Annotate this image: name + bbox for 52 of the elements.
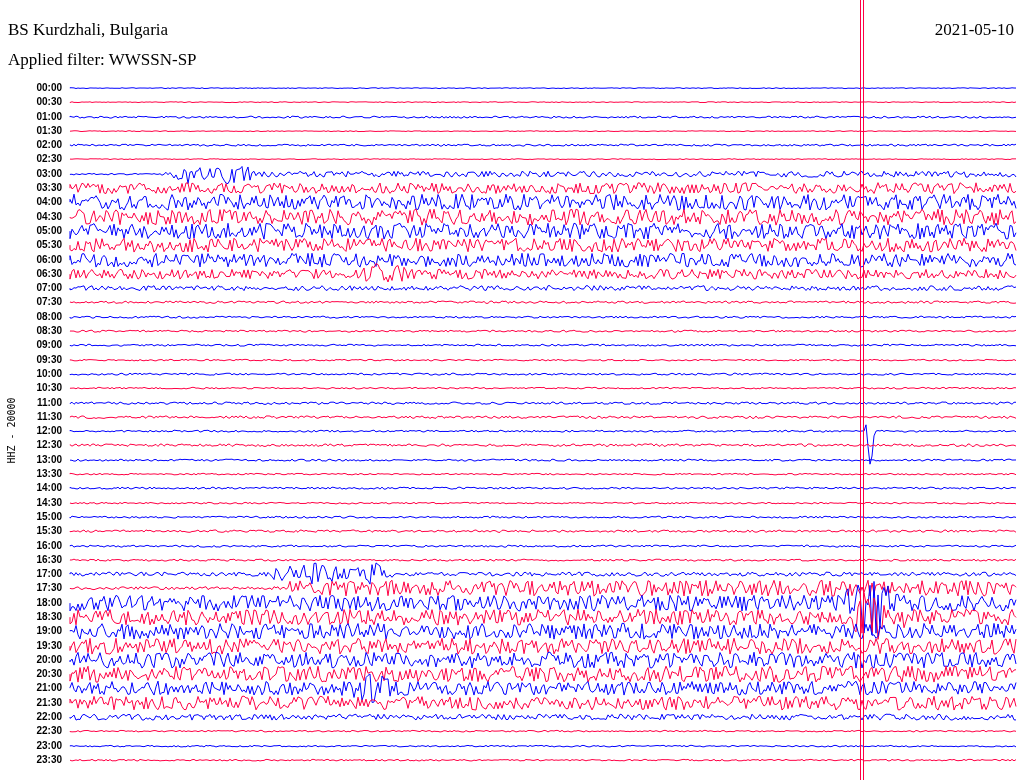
time-label: 09:00 bbox=[35, 338, 62, 353]
time-label: 17:30 bbox=[35, 581, 62, 596]
time-label: 23:30 bbox=[35, 752, 62, 767]
time-label: 21:00 bbox=[35, 681, 62, 696]
time-label: 10:30 bbox=[35, 381, 62, 396]
time-label: 18:00 bbox=[35, 595, 62, 610]
time-label: 02:30 bbox=[35, 152, 62, 167]
time-label: 23:00 bbox=[35, 738, 62, 753]
time-label: 03:30 bbox=[35, 181, 62, 196]
time-label: 01:30 bbox=[35, 123, 62, 138]
channel-axis-label: HHZ - 20000 bbox=[5, 397, 17, 464]
time-label: 15:30 bbox=[35, 524, 62, 539]
time-label: 12:30 bbox=[35, 438, 62, 453]
time-label: 15:00 bbox=[35, 509, 62, 524]
time-label: 22:00 bbox=[35, 710, 62, 725]
time-label: 07:30 bbox=[35, 295, 62, 310]
time-label: 06:00 bbox=[35, 252, 62, 267]
time-label: 00:30 bbox=[35, 95, 62, 110]
time-label: 17:00 bbox=[35, 567, 62, 582]
time-label: 20:30 bbox=[35, 667, 62, 682]
time-label: 13:00 bbox=[35, 452, 62, 467]
time-label: 08:30 bbox=[35, 324, 62, 339]
time-label: 13:30 bbox=[35, 467, 62, 481]
time-label: 04:30 bbox=[35, 209, 62, 224]
date-label: 2021-05-10 bbox=[934, 20, 1014, 40]
time-label: 18:30 bbox=[35, 610, 62, 624]
time-label: 10:00 bbox=[35, 366, 62, 381]
time-label: 19:30 bbox=[35, 638, 62, 653]
time-label: 16:00 bbox=[35, 538, 62, 553]
time-label: 14:30 bbox=[35, 495, 62, 510]
time-label: 12:00 bbox=[35, 424, 62, 439]
time-label: 22:30 bbox=[35, 724, 62, 739]
time-label: 03:00 bbox=[35, 166, 62, 181]
time-label: 05:30 bbox=[35, 238, 62, 253]
station-title: BS Kurdzhali, Bulgaria bbox=[8, 20, 170, 40]
time-label: 20:00 bbox=[35, 652, 62, 667]
time-label: 11:00 bbox=[35, 395, 62, 410]
time-label: 09:30 bbox=[35, 352, 62, 367]
time-label: 07:00 bbox=[35, 281, 62, 296]
time-label: 06:30 bbox=[35, 266, 62, 281]
time-label: 01:00 bbox=[35, 109, 62, 124]
time-label: 02:00 bbox=[35, 138, 62, 153]
time-label: 21:30 bbox=[35, 695, 62, 710]
time-label: 14:00 bbox=[35, 481, 62, 496]
time-label: 19:00 bbox=[35, 624, 62, 639]
time-label: 16:30 bbox=[35, 552, 62, 567]
time-label: 05:00 bbox=[35, 223, 62, 238]
time-label: 00:00 bbox=[35, 81, 62, 95]
time-label: 04:00 bbox=[35, 195, 62, 210]
filter-label: Applied filter: WWSSN-SP bbox=[8, 50, 198, 70]
time-label: 11:30 bbox=[35, 409, 62, 424]
time-label: 08:00 bbox=[35, 309, 62, 324]
